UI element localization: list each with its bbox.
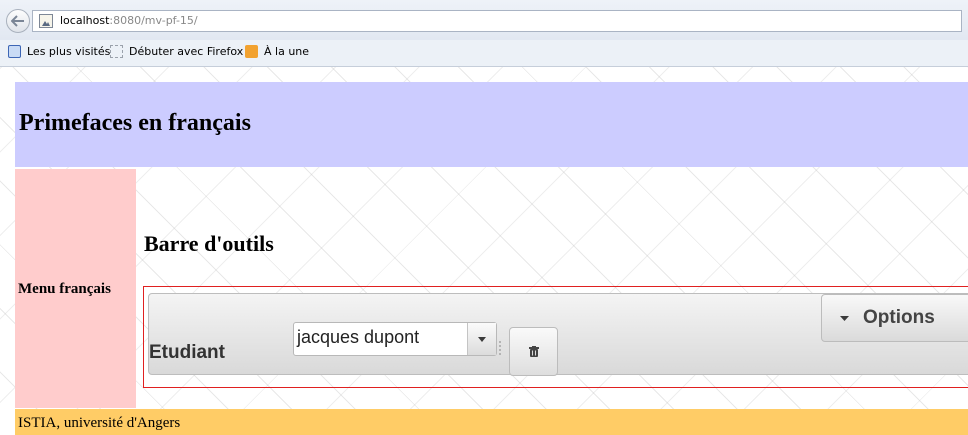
bookmark-label: Débuter avec Firefox xyxy=(129,45,244,58)
left-menu: Menu français xyxy=(15,169,136,408)
section-title: Barre d'outils xyxy=(144,231,274,256)
toolbar-separator xyxy=(498,340,502,356)
delete-button[interactable] xyxy=(509,327,558,376)
bookmark-getting-started[interactable]: Débuter avec Firefox xyxy=(110,45,243,58)
footer-text: ISTIA, université d'Angers xyxy=(18,415,181,431)
page-icon xyxy=(110,45,123,58)
arrow-left-icon xyxy=(11,15,24,27)
bookmark-label: Les plus visités xyxy=(27,45,111,58)
toolbar-frame: Etudiant jacques dupont Options xyxy=(143,286,968,388)
student-select-trigger[interactable] xyxy=(467,323,496,355)
url-host: localhost xyxy=(60,14,110,27)
page-viewport: Primefaces en français Menu français Bar… xyxy=(0,67,968,435)
triangle-down-icon xyxy=(478,336,486,342)
back-button[interactable] xyxy=(6,9,30,33)
menu-label: Menu français xyxy=(18,281,111,297)
address-text: localhost:8080/mv-pf-15/ xyxy=(60,11,198,31)
page-title: Primefaces en français xyxy=(19,110,251,136)
bookmark-headlines[interactable]: À la une xyxy=(245,45,309,58)
page-header: Primefaces en français xyxy=(15,82,968,167)
page-footer: ISTIA, université d'Angers xyxy=(15,409,968,435)
bookmark-label: À la une xyxy=(264,45,310,58)
browser-url-bar: localhost:8080/mv-pf-15/ xyxy=(0,0,968,41)
toolbar: Etudiant jacques dupont Options xyxy=(148,293,968,376)
bookmarks-toolbar: Les plus visités Débuter avec Firefox À … xyxy=(0,40,968,67)
triangle-down-icon xyxy=(840,315,849,321)
address-input[interactable]: localhost:8080/mv-pf-15/ xyxy=(32,10,962,32)
options-menu-button[interactable]: Options xyxy=(821,294,968,342)
site-favicon-icon xyxy=(39,14,53,28)
visited-icon xyxy=(8,45,21,58)
options-label: Options xyxy=(863,307,935,328)
student-select-value: jacques dupont xyxy=(297,327,420,347)
url-path: :8080/mv-pf-15/ xyxy=(109,14,198,27)
student-select[interactable]: jacques dupont xyxy=(293,322,497,356)
student-label: Etudiant xyxy=(149,342,225,363)
trash-icon xyxy=(528,346,539,357)
rss-icon xyxy=(245,45,258,58)
bookmark-most-visited[interactable]: Les plus visités xyxy=(8,45,110,58)
